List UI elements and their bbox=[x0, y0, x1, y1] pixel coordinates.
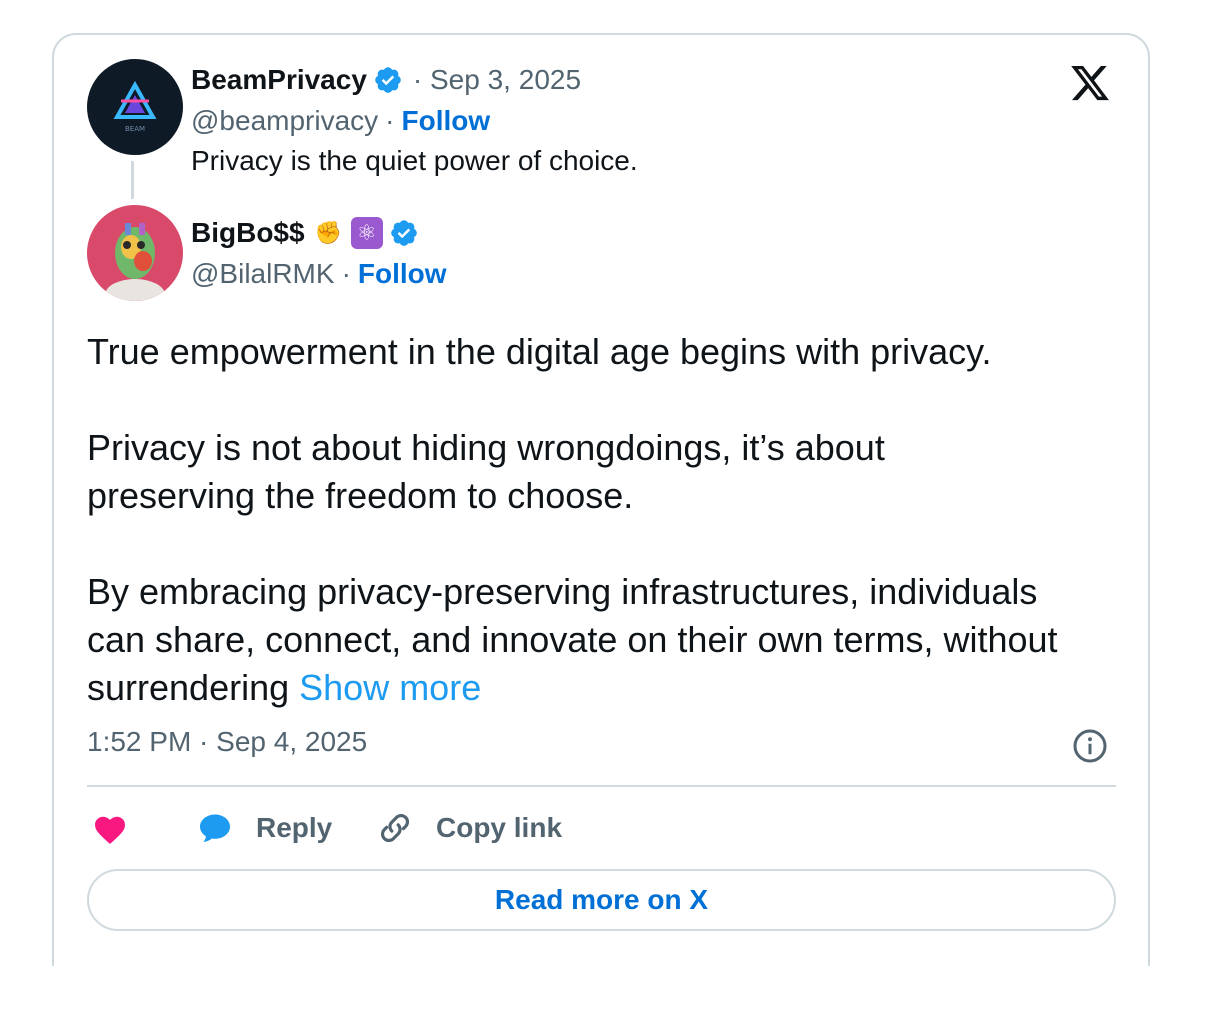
reply-button[interactable]: Reply bbox=[196, 808, 332, 848]
x-logo-icon[interactable] bbox=[1068, 62, 1112, 104]
tweet-paragraph-3-text: By embracing privacy-preserving infrastr… bbox=[87, 571, 1058, 708]
show-more-link[interactable]: Show more bbox=[299, 667, 481, 708]
read-more-on-x-button[interactable]: Read more on X bbox=[87, 869, 1116, 931]
verified-badge-icon bbox=[390, 220, 417, 246]
thread-connector-line bbox=[131, 161, 134, 199]
atom-emoji: ⚛ bbox=[350, 217, 383, 249]
quoted-author-name[interactable]: BeamPrivacy bbox=[191, 64, 367, 96]
author-header-row: BigBo$$ ✊ ⚛ bbox=[191, 214, 419, 252]
tweet-paragraph-2: Privacy is not about hiding wrongdoings,… bbox=[87, 427, 885, 516]
tweet-timestamp[interactable]: 1:52 PM · Sep 4, 2025 bbox=[87, 726, 367, 758]
quoted-header-row: BeamPrivacy · Sep 3, 2025 bbox=[191, 61, 581, 99]
author-handle[interactable]: @BilalRMK bbox=[191, 258, 335, 290]
tweet-paragraph-1: True empowerment in the digital age begi… bbox=[87, 331, 992, 372]
follow-beamprivacy-link[interactable]: Follow bbox=[401, 105, 490, 137]
quoted-handle[interactable]: @beamprivacy bbox=[191, 105, 378, 137]
tweet-paragraph-3: By embracing privacy-preserving infrastr… bbox=[87, 568, 1097, 712]
verified-badge-icon bbox=[375, 67, 401, 93]
quoted-date[interactable]: · Sep 3, 2025 bbox=[413, 64, 581, 96]
quoted-handle-row: @beamprivacy · Follow bbox=[191, 102, 490, 140]
like-button[interactable] bbox=[92, 808, 128, 848]
quoted-text: Privacy is the quiet power of choice. bbox=[191, 145, 638, 176]
fist-emoji: ✊ bbox=[314, 220, 343, 245]
bigboss-avatar[interactable] bbox=[87, 205, 183, 301]
separator-dot: · bbox=[341, 258, 351, 289]
beam-avatar-text: BEAM bbox=[125, 125, 145, 133]
follow-bilalrmk-link[interactable]: Follow bbox=[358, 258, 447, 290]
reply-label: Reply bbox=[256, 812, 333, 843]
author-name[interactable]: BigBo$$ bbox=[191, 217, 305, 249]
copy-link-button[interactable]: Copy link bbox=[376, 808, 562, 848]
author-handle-row: @BilalRMK · Follow bbox=[191, 255, 447, 293]
divider bbox=[87, 785, 1116, 787]
link-icon bbox=[381, 814, 409, 842]
card-bottom-cutoff bbox=[40, 966, 1180, 1020]
copy-link-label: Copy link bbox=[436, 812, 563, 843]
separator-dot: · bbox=[385, 105, 395, 136]
beamprivacy-avatar[interactable]: BEAM bbox=[87, 59, 183, 155]
heart-icon bbox=[95, 816, 125, 844]
info-icon[interactable] bbox=[1072, 728, 1108, 764]
reply-bubble-icon bbox=[200, 814, 230, 842]
